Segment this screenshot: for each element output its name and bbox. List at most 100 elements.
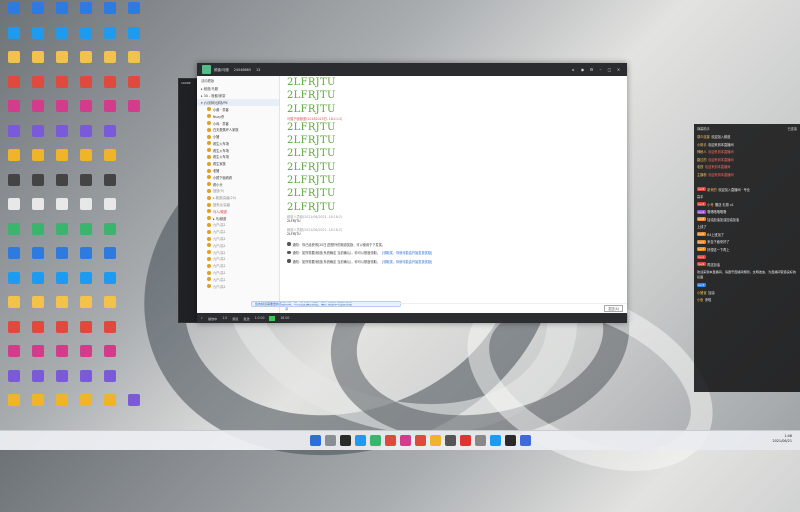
desktop-icon[interactable] — [100, 271, 120, 296]
desktop-icon[interactable] — [4, 124, 24, 149]
sidebar-item[interactable]: 九户/高1 — [197, 269, 279, 276]
taskbar-app-icon[interactable] — [475, 435, 486, 446]
taskbar-app-icon[interactable] — [505, 435, 516, 446]
desktop-icon[interactable] — [4, 2, 24, 26]
gamepad-icon[interactable]: ◉ — [580, 67, 585, 72]
taskbar-app-icon[interactable] — [340, 435, 351, 446]
taskbar-app-icon[interactable] — [370, 435, 381, 446]
taskbar-app-icon[interactable] — [355, 435, 366, 446]
send-button[interactable]: 发送(S) — [604, 305, 623, 312]
sidebar-item[interactable]: 九户/高1 — [197, 228, 279, 235]
desktop-icon[interactable] — [76, 2, 96, 26]
desktop-icon[interactable] — [4, 198, 24, 222]
sidebar-item[interactable]: 九户/高1 — [197, 283, 279, 290]
sidebar-item[interactable]: ▸ 马/频道 — [197, 215, 279, 222]
danmaku-username[interactable]: 小猪宝 — [697, 290, 707, 295]
desktop-icon[interactable] — [76, 222, 96, 247]
sidebar-item[interactable]: 回来点/高级 — [197, 201, 279, 208]
desktop-icon[interactable] — [4, 51, 24, 75]
system-tray[interactable]: 1:46 2021/06/21 — [772, 434, 792, 444]
bottom-item[interactable]: 播放中 — [208, 316, 217, 321]
desktop-icon[interactable] — [28, 124, 48, 149]
desktop-icon[interactable] — [52, 51, 72, 75]
desktop-icon[interactable] — [4, 222, 24, 247]
desktop-icon[interactable] — [100, 149, 120, 173]
desktop-icon[interactable] — [100, 75, 120, 100]
sidebar-item[interactable]: 看生火车场 — [197, 154, 279, 161]
close-icon[interactable]: × — [616, 67, 621, 72]
desktop-icon[interactable] — [28, 222, 48, 247]
overlay-header[interactable]: 弹幕助手 已连接 — [694, 124, 800, 133]
desktop-icon[interactable] — [100, 173, 120, 198]
desktop-icon[interactable] — [124, 26, 144, 51]
desktop-icon[interactable] — [100, 369, 120, 394]
desktop-icon[interactable] — [28, 271, 48, 296]
desktop-icon[interactable] — [76, 345, 96, 369]
desktop-icon[interactable] — [52, 173, 72, 198]
desktop-icon[interactable] — [52, 124, 72, 149]
danmaku-username[interactable]: 小号 — [707, 202, 713, 207]
sidebar-item[interactable]: 小猪 — [197, 133, 279, 140]
bottom-item[interactable]: 发送 — [243, 316, 249, 321]
danmaku-username[interactable]: 新来的 — [707, 187, 717, 192]
sidebar-item[interactable]: 看生火车场 — [197, 140, 279, 147]
desktop-icon[interactable] — [28, 26, 48, 51]
taskbar-app-icon[interactable] — [325, 435, 336, 446]
desktop-icon[interactable] — [76, 369, 96, 394]
desktop-icon[interactable] — [52, 100, 72, 124]
maximize-icon[interactable]: □ — [607, 67, 612, 72]
taskbar-app-icon[interactable] — [520, 435, 531, 446]
desktop-icon[interactable] — [28, 247, 48, 271]
desktop-icon[interactable] — [124, 394, 144, 418]
danmaku-username[interactable]: 小鱼 — [697, 297, 703, 302]
desktop-icon[interactable] — [52, 2, 72, 26]
desktop-icon[interactable] — [4, 26, 24, 51]
desktop-icon[interactable] — [28, 198, 48, 222]
desktop-icon[interactable] — [52, 198, 72, 222]
desktop-icon[interactable] — [76, 394, 96, 418]
desktop-icon[interactable] — [28, 345, 48, 369]
sidebar-item[interactable]: 回放(9) — [197, 188, 279, 195]
sidebar-item[interactable]: 小酱 · 墨客 — [197, 106, 279, 113]
desktop-icon[interactable] — [124, 100, 144, 124]
chat-titlebar[interactable]: 频道/马服 24546865 13 ▸ ◉ ⚙ – □ × — [197, 63, 627, 76]
sidebar-group[interactable]: ▸ 频道/马服 — [197, 85, 279, 92]
danmaku-username[interactable]: 观众连接 — [697, 134, 710, 139]
system-message-link[interactable]: [领取奖，你就可能会开始发放奖励] — [382, 259, 432, 264]
desktop-icon[interactable] — [4, 247, 24, 271]
sidebar-item[interactable]: 小顾下面看看 — [197, 174, 279, 181]
sidebar-item[interactable]: 看生家族 — [197, 160, 279, 167]
sidebar-item[interactable]: 马人/频道 — [197, 208, 279, 215]
mic-icon[interactable]: ♪ — [201, 316, 203, 320]
danmaku-username[interactable]: 主播粉 — [697, 172, 707, 177]
desktop-icon[interactable] — [76, 100, 96, 124]
danmaku-username[interactable]: 老铁 — [697, 164, 703, 169]
desktop-icon[interactable] — [52, 75, 72, 100]
sidebar-item[interactable]: 九户/高1 — [197, 256, 279, 263]
desktop-icon[interactable] — [28, 2, 48, 26]
desktop-icon[interactable] — [28, 320, 48, 345]
desktop-icon[interactable] — [100, 2, 120, 26]
sidebar-item[interactable]: 看生火车场 — [197, 147, 279, 154]
danmaku-username[interactable]: 小助手 — [697, 142, 707, 147]
minimize-icon[interactable]: – — [598, 67, 603, 72]
desktop-icon[interactable] — [76, 198, 96, 222]
sidebar-item[interactable]: 九户/高1 — [197, 242, 279, 249]
sidebar-item[interactable]: 白天蛋蛋坏人家族 — [197, 126, 279, 133]
system-message-link[interactable]: [领取奖，你就可能会开始发放奖励] — [382, 250, 432, 255]
sidebar-item[interactable]: 九户/高1 — [197, 222, 279, 229]
desktop-icon[interactable] — [28, 296, 48, 320]
bottom-item[interactable]: 频道 — [232, 316, 238, 321]
desktop-icon[interactable] — [100, 222, 120, 247]
desktop-icon[interactable] — [124, 75, 144, 100]
sidebar-item[interactable]: ▸ 频道/高级(20) — [197, 194, 279, 201]
desktop-icon[interactable] — [28, 173, 48, 198]
desktop-icon[interactable] — [124, 2, 144, 26]
share-icon[interactable]: ▸ — [571, 67, 576, 72]
desktop-icon[interactable] — [4, 320, 24, 345]
taskbar-app-icon[interactable] — [445, 435, 456, 446]
desktop-icon[interactable] — [100, 296, 120, 320]
background-window[interactable]: 1000P — [178, 78, 198, 323]
message-input-bar[interactable]: ☺ 发送(S) — [281, 303, 627, 313]
desktop-icon[interactable] — [4, 345, 24, 369]
